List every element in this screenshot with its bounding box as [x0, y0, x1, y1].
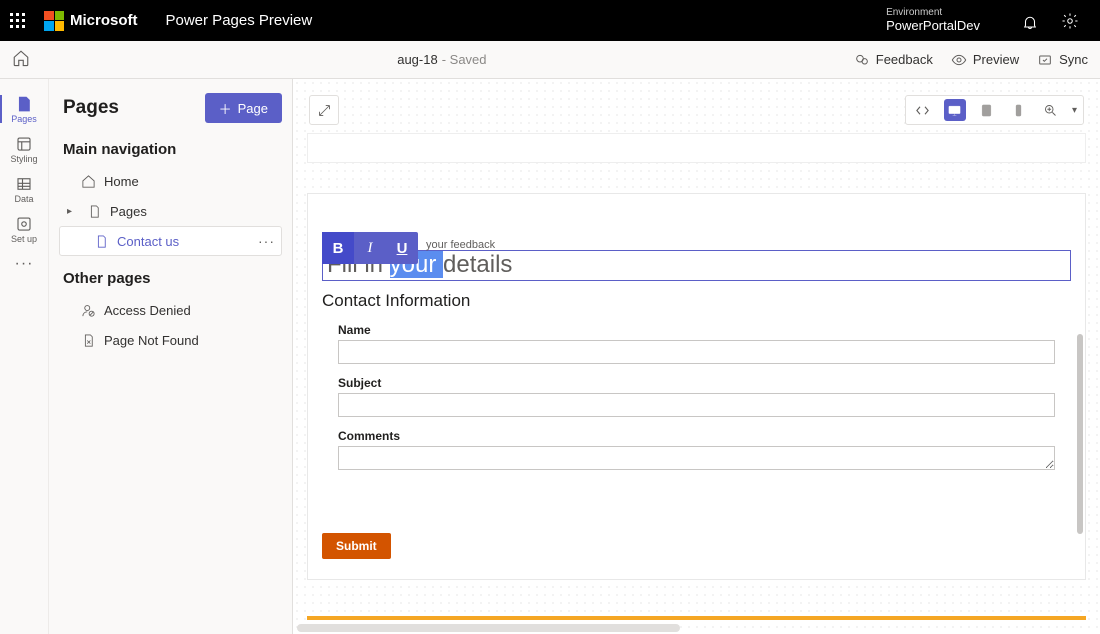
name-input[interactable]: [338, 340, 1055, 364]
top-bar: Microsoft Power Pages Preview Environmen…: [0, 0, 1100, 41]
canvas: ▾ B I U your feedback Fill in your de: [293, 79, 1100, 634]
section-card[interactable]: [307, 133, 1086, 163]
footer-strip: [307, 616, 1086, 620]
home-button[interactable]: [12, 49, 30, 70]
add-page-button[interactable]: ＋ Page: [205, 93, 282, 123]
section-other-pages: Other pages: [63, 270, 282, 287]
tree-item-more[interactable]: ···: [258, 233, 281, 249]
desktop-icon: [947, 103, 962, 118]
eye-icon: [951, 52, 967, 68]
subject-input[interactable]: [338, 393, 1055, 417]
rail-styling[interactable]: Styling: [0, 129, 48, 169]
device-toolbar: ▾: [905, 95, 1084, 125]
desktop-view-button[interactable]: [944, 99, 966, 121]
app-title: Power Pages Preview: [166, 12, 313, 29]
comments-label: Comments: [338, 429, 1055, 443]
name-label: Name: [338, 323, 1055, 337]
design-surface[interactable]: B I U your feedback Fill in your details…: [307, 133, 1086, 620]
page-icon: [87, 204, 102, 219]
page-icon: [15, 95, 33, 113]
panel-title: Pages: [63, 97, 119, 119]
tree-access-denied[interactable]: Access Denied: [59, 295, 282, 325]
tree-pages[interactable]: ▸ Pages: [59, 196, 282, 226]
command-bar: aug-18 - Saved Feedback Preview Sync: [0, 41, 1100, 79]
text-format-toolbar: B I U: [322, 232, 418, 264]
brand-name: Microsoft: [70, 12, 138, 29]
home-icon: [12, 49, 30, 67]
tree-contact-us[interactable]: Contact us ···: [59, 226, 282, 256]
sync-label: Sync: [1059, 52, 1088, 67]
rail-styling-label: Styling: [10, 154, 37, 164]
heading-editor[interactable]: Fill in your details: [322, 250, 1071, 281]
not-found-icon: [81, 333, 96, 348]
mobile-icon: [1011, 103, 1026, 118]
submit-button[interactable]: Submit: [322, 533, 391, 559]
tree-access-denied-label: Access Denied: [104, 303, 191, 318]
chevron-down-icon[interactable]: ▾: [1072, 105, 1077, 116]
rail-setup-label: Set up: [11, 234, 37, 244]
add-page-label: Page: [238, 101, 268, 116]
preview-button[interactable]: Preview: [951, 52, 1019, 68]
gear-icon: [1061, 12, 1079, 30]
environment-name: PowerPortalDev: [886, 19, 980, 34]
tree-home-label: Home: [104, 174, 139, 189]
rail-data-label: Data: [14, 194, 33, 204]
section-main-nav: Main navigation: [63, 141, 282, 158]
code-icon: [915, 103, 930, 118]
comments-input[interactable]: [338, 446, 1055, 470]
left-rail: Pages Styling Data Set up ···: [0, 79, 49, 634]
sync-icon: [1037, 52, 1053, 68]
subject-label: Subject: [338, 376, 1055, 390]
environment-picker[interactable]: Environment PowerPortalDev: [878, 7, 980, 33]
heading-part-2: details: [443, 251, 512, 278]
tree-not-found[interactable]: Page Not Found: [59, 325, 282, 355]
underline-button[interactable]: U: [386, 232, 418, 264]
brand-logo: Microsoft: [44, 11, 138, 31]
italic-button[interactable]: I: [354, 232, 386, 264]
home-icon: [81, 174, 96, 189]
rail-setup[interactable]: Set up: [0, 209, 48, 249]
code-view-button[interactable]: [912, 99, 934, 121]
microsoft-logo-icon: [44, 11, 64, 31]
horizontal-scrollbar[interactable]: [297, 624, 680, 632]
zoom-button[interactable]: [1040, 99, 1062, 121]
plus-icon: ＋: [219, 99, 232, 118]
pages-panel: Pages ＋ Page Main navigation Home ▸ Page…: [49, 79, 293, 634]
form-section-card[interactable]: B I U your feedback Fill in your details…: [307, 193, 1086, 580]
sync-button[interactable]: Sync: [1037, 52, 1088, 68]
zoom-icon: [1043, 103, 1058, 118]
canvas-tool-expand[interactable]: [309, 95, 339, 125]
tablet-view-button[interactable]: [976, 99, 998, 121]
document-name: aug-18: [397, 52, 437, 67]
rail-pages-label: Pages: [11, 114, 37, 124]
styling-icon: [15, 135, 33, 153]
mobile-view-button[interactable]: [1008, 99, 1030, 121]
tree-contact-label: Contact us: [117, 234, 179, 249]
feedback-label: Feedback: [876, 52, 933, 67]
rail-pages[interactable]: Pages: [0, 89, 48, 129]
tablet-icon: [979, 103, 994, 118]
feedback-icon: [854, 52, 870, 68]
preview-label: Preview: [973, 52, 1019, 67]
context-crumb: your feedback: [426, 239, 495, 251]
expand-icon: [317, 103, 332, 118]
rail-data[interactable]: Data: [0, 169, 48, 209]
form-section-title: Contact Information: [322, 291, 1071, 311]
page-icon: [94, 234, 109, 249]
save-status: - Saved: [442, 52, 487, 67]
app-launcher-icon[interactable]: [10, 13, 26, 29]
feedback-button[interactable]: Feedback: [854, 52, 933, 68]
chevron-right-icon[interactable]: ▸: [67, 206, 79, 217]
settings-button[interactable]: [1060, 11, 1080, 31]
notifications-button[interactable]: [1020, 11, 1040, 31]
access-denied-icon: [81, 303, 96, 318]
tree-pages-label: Pages: [110, 204, 147, 219]
tree-home[interactable]: Home: [59, 166, 282, 196]
setup-icon: [15, 215, 33, 233]
bell-icon: [1021, 12, 1039, 30]
tree-not-found-label: Page Not Found: [104, 333, 199, 348]
rail-more[interactable]: ···: [15, 255, 34, 273]
bold-button[interactable]: B: [322, 232, 354, 264]
data-icon: [15, 175, 33, 193]
